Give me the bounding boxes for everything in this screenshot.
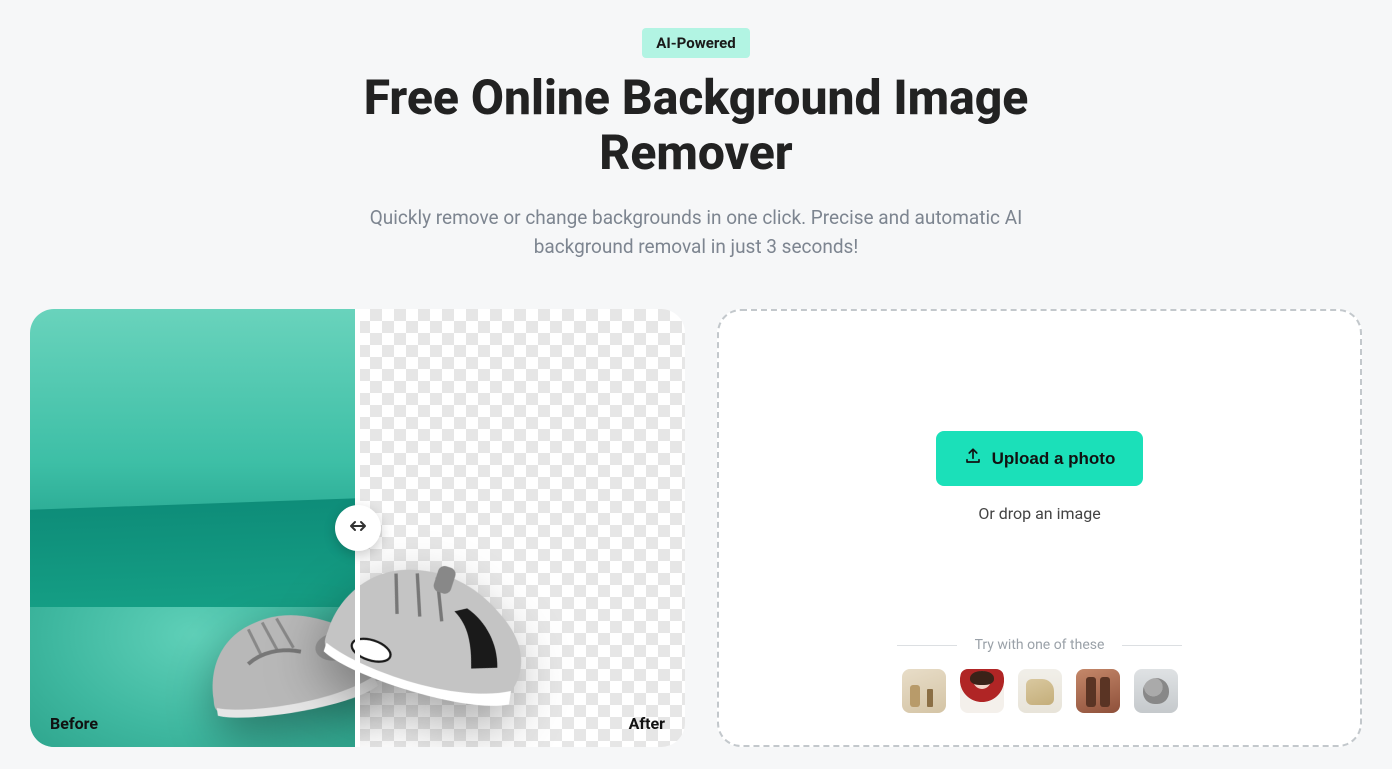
page-subtitle: Quickly remove or change backgrounds in … [336, 204, 1056, 261]
drop-image-text: Or drop an image [978, 504, 1100, 523]
after-label: After [629, 714, 665, 733]
upload-photo-button[interactable]: Upload a photo [936, 431, 1144, 486]
sample-thumbnails [902, 669, 1178, 713]
sample-image-bottles[interactable] [902, 669, 946, 713]
page-title: Free Online Background Image Remover [336, 70, 1056, 180]
sample-image-cat[interactable] [1134, 669, 1178, 713]
upload-button-label: Upload a photo [992, 449, 1116, 469]
compare-slider-handle[interactable] [335, 505, 381, 551]
sample-image-bag[interactable] [1018, 669, 1062, 713]
upload-icon [964, 447, 982, 470]
sample-image-portrait[interactable] [960, 669, 1004, 713]
before-label: Before [50, 714, 98, 733]
before-after-compare[interactable]: Before After [30, 309, 685, 747]
upload-dropzone[interactable]: Upload a photo Or drop an image Try with… [717, 309, 1362, 747]
sample-image-boots[interactable] [1076, 669, 1120, 713]
try-samples-label: Try with one of these [975, 637, 1105, 653]
ai-powered-badge: AI-Powered [642, 28, 749, 58]
drag-horizontal-icon [348, 516, 368, 540]
